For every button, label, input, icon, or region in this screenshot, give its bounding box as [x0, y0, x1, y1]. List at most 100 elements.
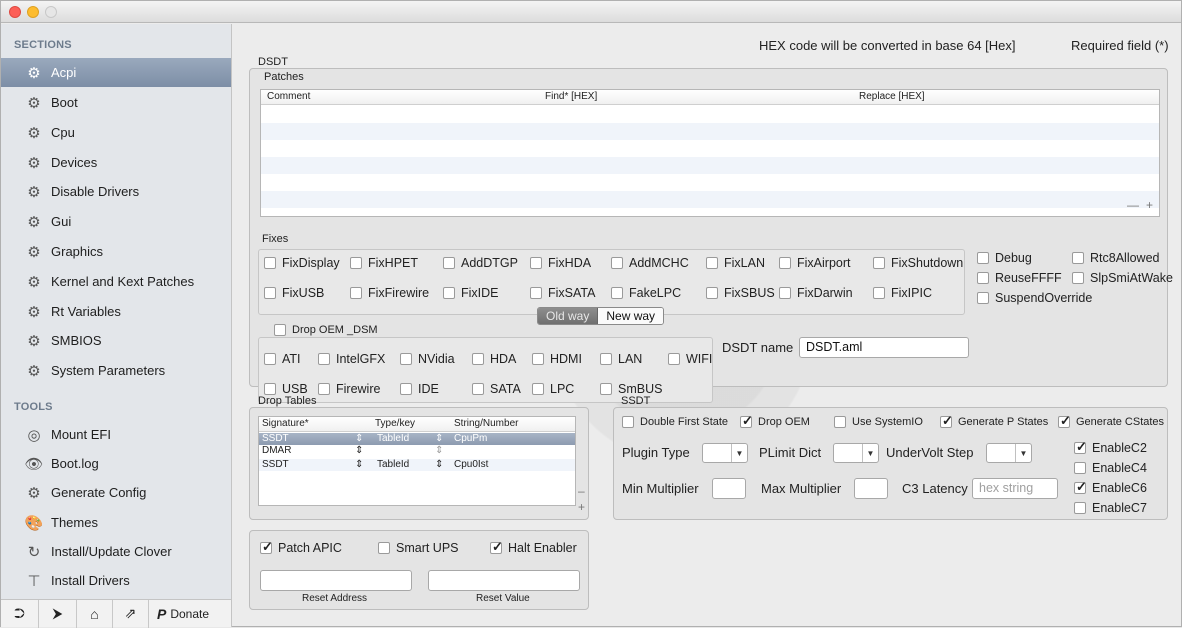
enable-c2-checkbox[interactable]: EnableC2	[1074, 439, 1147, 455]
dsm-ati-checkbox[interactable]: ATI	[264, 352, 301, 366]
old-way-segment[interactable]: Old way	[538, 308, 599, 324]
column-type-key[interactable]: Type/key	[375, 418, 415, 429]
checkbox-box[interactable]	[532, 383, 544, 395]
rtc8allowed-checkbox[interactable]: Rtc8Allowed	[1072, 251, 1159, 265]
sidebar-item-boot-log[interactable]: 👁 Boot.log	[1, 449, 231, 478]
checkbox-box[interactable]	[1072, 252, 1084, 264]
checkbox-box[interactable]	[530, 287, 542, 299]
export-button[interactable]: ⮞	[39, 599, 77, 628]
dsm-smbus-checkbox[interactable]: SmBUS	[600, 382, 662, 396]
checkbox-box[interactable]	[668, 353, 680, 365]
table-row[interactable]: DMAR ⇕ ⇕	[259, 445, 575, 457]
checkbox-box[interactable]	[274, 324, 286, 336]
sidebar-item-boot[interactable]: ⚙ Boot	[1, 88, 231, 117]
checkbox-box[interactable]	[472, 383, 484, 395]
sidebar-item-generate-config[interactable]: ⚙ Generate Config	[1, 478, 231, 507]
undervolt-step-select[interactable]: ▼	[986, 443, 1032, 463]
sidebar-item-graphics[interactable]: ⚙ Graphics	[1, 237, 231, 266]
value-stepper-icon[interactable]: ⇕	[435, 433, 443, 444]
checkbox-box[interactable]	[600, 353, 612, 365]
suspendoverride-checkbox[interactable]: SuspendOverride	[977, 291, 1092, 305]
table-row[interactable]: SSDT ⇕ TableId ⇕ CpuPm	[259, 433, 575, 445]
dsm-ide-checkbox[interactable]: IDE	[400, 382, 439, 396]
sidebar-item-acpi[interactable]: ⚙ Acpi	[1, 58, 231, 87]
dsm-lpc-checkbox[interactable]: LPC	[532, 382, 574, 396]
sidebar-item-rt-variables[interactable]: ⚙ Rt Variables	[1, 297, 231, 326]
sidebar-item-mount-efi[interactable]: ◎ Mount EFI	[1, 420, 231, 449]
table-row[interactable]	[261, 174, 1159, 191]
adddtgp-checkbox[interactable]: AddDTGP	[443, 256, 518, 270]
sidebar-item-install-update-clover[interactable]: ↻ Install/Update Clover	[1, 537, 231, 566]
sidebar-item-system-parameters[interactable]: ⚙ System Parameters	[1, 356, 231, 385]
checkbox-box[interactable]	[530, 257, 542, 269]
checkbox-box[interactable]	[260, 539, 273, 555]
reuseffff-checkbox[interactable]: ReuseFFFF	[977, 271, 1062, 285]
checkbox-box[interactable]	[611, 257, 623, 269]
checkbox-box[interactable]	[264, 383, 276, 395]
new-way-segment[interactable]: New way	[598, 308, 664, 324]
drop-oem-checkbox[interactable]: Drop OEM	[740, 413, 810, 429]
fix-mode-segmented-control[interactable]: Old way New way	[537, 307, 665, 325]
dsm-sata-checkbox[interactable]: SATA	[472, 382, 521, 396]
value-stepper-icon[interactable]: ⇕	[435, 459, 443, 470]
reset-address-input[interactable]	[260, 570, 412, 591]
type-stepper-icon[interactable]: ⇕	[355, 445, 363, 456]
checkbox-box[interactable]	[490, 539, 503, 555]
sidebar-item-install-drivers[interactable]: ⊤ Install Drivers	[1, 566, 231, 595]
checkbox-box[interactable]	[873, 257, 885, 269]
checkbox-box[interactable]	[400, 383, 412, 395]
add-patch-button[interactable]: +	[1146, 198, 1153, 212]
enable-c6-checkbox[interactable]: EnableC6	[1074, 479, 1147, 495]
fixdisplay-checkbox[interactable]: FixDisplay	[264, 256, 340, 270]
checkbox-box[interactable]	[264, 353, 276, 365]
add-drop-table-button[interactable]: +	[578, 500, 585, 514]
checkbox-box[interactable]	[318, 383, 330, 395]
checkbox-box[interactable]	[350, 287, 362, 299]
fixipic-checkbox[interactable]: FixIPIC	[873, 286, 932, 300]
value-stepper-icon[interactable]: ⇕	[435, 445, 443, 456]
donate-button[interactable]: P Donate	[149, 600, 217, 628]
min-multiplier-input[interactable]	[712, 478, 746, 499]
checkbox-box[interactable]	[740, 413, 753, 429]
max-multiplier-input[interactable]	[854, 478, 888, 499]
debug-checkbox[interactable]: Debug	[977, 251, 1032, 265]
generate-cstates-checkbox[interactable]: Generate CStates	[1058, 413, 1164, 429]
fixide-checkbox[interactable]: FixIDE	[443, 286, 499, 300]
enable-c4-checkbox[interactable]: EnableC4	[1074, 461, 1147, 475]
column-signature[interactable]: Signature*	[262, 418, 309, 429]
checkbox-box[interactable]	[706, 287, 718, 299]
close-window-button[interactable]	[9, 6, 21, 18]
import-button[interactable]: ⮊	[1, 599, 39, 628]
fixdarwin-checkbox[interactable]: FixDarwin	[779, 286, 853, 300]
checkbox-box[interactable]	[706, 257, 718, 269]
enable-c7-checkbox[interactable]: EnableC7	[1074, 501, 1147, 515]
remove-drop-table-button[interactable]: –	[578, 484, 585, 498]
table-row[interactable]: SSDT ⇕ TableId ⇕ Cpu0Ist	[259, 459, 575, 471]
sidebar-item-themes[interactable]: 🎨 Themes	[1, 508, 231, 537]
checkbox-box[interactable]	[350, 257, 362, 269]
sidebar-item-disable-drivers[interactable]: ⚙ Disable Drivers	[1, 177, 231, 206]
checkbox-box[interactable]	[532, 353, 544, 365]
checkbox-box[interactable]	[400, 353, 412, 365]
sidebar-item-gui[interactable]: ⚙ Gui	[1, 207, 231, 236]
minimize-window-button[interactable]	[27, 6, 39, 18]
checkbox-box[interactable]	[977, 272, 989, 284]
sidebar-item-devices[interactable]: ⚙ Devices	[1, 148, 231, 177]
checkbox-box[interactable]	[264, 257, 276, 269]
checkbox-box[interactable]	[443, 287, 455, 299]
fakelpc-checkbox[interactable]: FakeLPC	[611, 286, 681, 300]
checkbox-box[interactable]	[318, 353, 330, 365]
checkbox-box[interactable]	[472, 353, 484, 365]
fixairport-checkbox[interactable]: FixAirport	[779, 256, 850, 270]
checkbox-box[interactable]	[1074, 479, 1087, 495]
checkbox-box[interactable]	[977, 252, 989, 264]
checkbox-box[interactable]	[834, 416, 846, 428]
checkbox-box[interactable]	[1074, 439, 1087, 455]
checkbox-box[interactable]	[264, 287, 276, 299]
table-row[interactable]	[261, 191, 1159, 208]
fixsata-checkbox[interactable]: FixSATA	[530, 286, 595, 300]
use-systemio-checkbox[interactable]: Use SystemIO	[834, 416, 923, 428]
checkbox-box[interactable]	[600, 383, 612, 395]
checkbox-box[interactable]	[779, 287, 791, 299]
dsm-firewire-checkbox[interactable]: Firewire	[318, 382, 380, 396]
